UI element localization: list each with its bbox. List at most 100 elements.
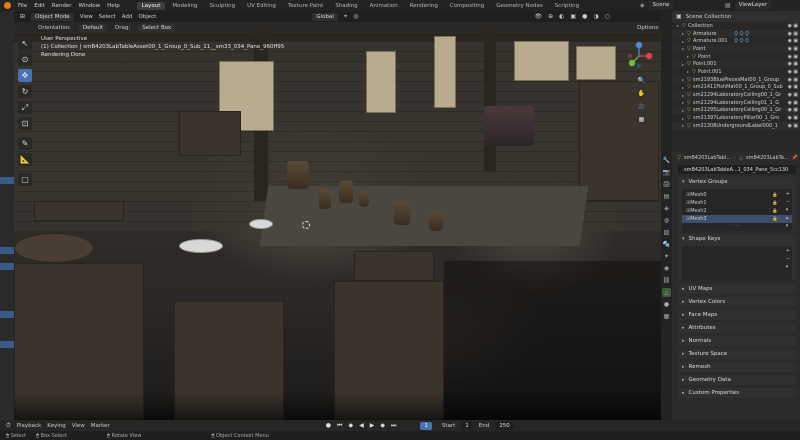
pan-hand-icon[interactable]: ✋ (636, 88, 647, 99)
options-button[interactable]: Options (634, 24, 661, 32)
tab-geometry-nodes[interactable]: Geometry Nodes (491, 2, 547, 10)
editor-divider[interactable] (661, 11, 672, 152)
menu-object[interactable]: Object (138, 14, 156, 20)
transform-tool-icon[interactable]: ⊡ (18, 117, 32, 130)
add-icon[interactable]: + (786, 248, 790, 254)
3d-viewport[interactable]: ⊞ Object Mode View Select Add Object Glo… (14, 11, 661, 420)
visibility-eye-icon[interactable]: ◉ (788, 100, 792, 106)
play-reverse-icon[interactable]: ◀ (359, 422, 364, 429)
menu-keying[interactable]: Keying (47, 423, 65, 429)
editor-type-icon[interactable]: ⊞ (20, 13, 25, 20)
visibility-eye-icon[interactable]: ◉ (788, 61, 792, 67)
panel-header[interactable]: ▸ Normals (678, 336, 796, 346)
rotate-tool-icon[interactable]: ↻ (18, 85, 32, 98)
scene-name[interactable]: Scene (648, 1, 674, 9)
view-layer-tab-icon[interactable]: ▤ (662, 192, 671, 201)
menu-view[interactable]: View (80, 14, 93, 20)
3d-cursor-icon[interactable] (302, 221, 310, 229)
menu-edit[interactable]: Edit (34, 3, 45, 9)
list-resize-handle[interactable]: ⋯ (682, 223, 792, 229)
move-tool-icon[interactable]: ✥ (18, 69, 32, 82)
render-camera-icon[interactable]: ▣ (793, 107, 798, 113)
menu-window[interactable]: Window (78, 3, 100, 9)
annotate-tool-icon[interactable]: ✎ (18, 137, 32, 150)
gizmo-toggle-icon[interactable]: ⊕ (548, 13, 553, 20)
tab-sculpting[interactable]: Sculpting (204, 2, 240, 10)
shading-solid-icon[interactable]: ● (582, 13, 587, 20)
lock-icon[interactable]: 🔒 (772, 193, 778, 198)
tab-scripting[interactable]: Scripting (550, 2, 584, 10)
panel-header[interactable]: ▸ Attributes (678, 323, 796, 333)
cursor-tool-icon[interactable]: ⊙ (18, 53, 32, 66)
visibility-eye-icon[interactable]: ◉ (788, 84, 792, 90)
remove-icon[interactable]: − (786, 199, 790, 205)
vertex-groups-list[interactable]: ⊞ Mesh0 🔒 ⊞ Mesh1 🔒 ⊞ Mesh2 🔒 ⊞ Mesh3 🔒 + − ▾ ▴… (682, 189, 792, 231)
render-camera-icon[interactable]: ▣ (793, 31, 798, 37)
mesh-name-field[interactable]: smB4203LabTableA...1_034_Pane_5cc130 (678, 165, 796, 174)
outliner-row[interactable]: ▸ ▽ sm21294LaboratoryCeiling00_1_Gr ◉ ▣ (672, 91, 800, 99)
properties-editor[interactable]: 🔧 📷 🖨 ▤ ◈ ◍ ▧ 🔩 ✦ ◉ ⛓ △ ● ▦ ▽ smB4203Lab… (661, 152, 800, 420)
lock-icon[interactable]: 🔒 (772, 209, 778, 214)
chevron-down-icon[interactable]: ▾ (786, 264, 790, 270)
visibility-eye-icon[interactable]: ◉ (788, 115, 792, 121)
render-camera-icon[interactable]: ▣ (793, 100, 798, 106)
drag-dropdown[interactable]: Select Box (138, 23, 176, 32)
view-layer-name[interactable]: ViewLayer (734, 1, 772, 9)
prev-key-icon[interactable]: ◆ (348, 422, 353, 429)
mode-dropdown[interactable]: Object Mode (31, 12, 74, 21)
shape-keys-header[interactable]: ▾ Shape Keys (678, 234, 796, 244)
tab-rendering[interactable]: Rendering (405, 2, 443, 10)
world-tab-icon[interactable]: ◍ (662, 216, 671, 225)
jump-start-icon[interactable]: ⏮ (337, 422, 342, 430)
editor-type-icon[interactable]: ⏱ (6, 422, 11, 430)
pin-icon[interactable]: 📌 (792, 155, 798, 161)
tab-animation[interactable]: Animation (365, 2, 403, 10)
jump-end-icon[interactable]: ⏭ (391, 422, 396, 430)
visibility-icon[interactable]: 👁 (534, 13, 542, 20)
move-up-icon[interactable]: ▴ (786, 215, 790, 221)
physics-tab-icon[interactable]: ◉ (662, 264, 671, 273)
ortho-toggle-icon[interactable]: ▦ (636, 114, 647, 125)
lock-icon[interactable]: 🔒 (772, 217, 778, 222)
render-camera-icon[interactable]: ▣ (793, 69, 798, 75)
vertex-groups-header[interactable]: ▾ Vertex Groups (678, 177, 796, 187)
panel-header[interactable]: ▸ Remesh (678, 362, 796, 372)
outliner-row[interactable]: ▸ ▽ sm21308UndergroundLabel000_1 ◉ ▣ (672, 121, 800, 130)
play-icon[interactable]: ▶ (370, 422, 375, 429)
visibility-eye-icon[interactable]: ◉ (788, 31, 792, 37)
lock-icon[interactable]: 🔒 (772, 201, 778, 206)
visibility-eye-icon[interactable]: ◉ (788, 46, 792, 52)
render-camera-icon[interactable]: ▣ (793, 38, 798, 44)
visibility-eye-icon[interactable]: ◉ (788, 123, 792, 129)
menu-help[interactable]: Help (107, 3, 120, 9)
overlay-toggle-icon[interactable]: ◐ (559, 13, 564, 20)
menu-marker[interactable]: Marker (91, 423, 110, 429)
mesh-data-tab-icon[interactable]: △ (662, 288, 671, 297)
move-down-icon[interactable]: ▾ (786, 223, 790, 229)
frame-end-field[interactable]: 250 (495, 421, 514, 430)
camera-view-icon[interactable]: 🎥 (636, 101, 647, 112)
visibility-eye-icon[interactable]: ◉ (788, 38, 792, 44)
outliner-row[interactable]: ▸ ▽ Collection ◉ ▣ (672, 22, 800, 30)
outliner-row[interactable]: ▸ ▽ Point.001 ◉ ▣ (672, 60, 800, 69)
outliner-row[interactable]: ▸ ▽ sm21397LaboratoryPillar00_1_Gro ◉ ▣ (672, 114, 800, 122)
panel-header[interactable]: ▸ Texture Space (678, 349, 796, 359)
chevron-down-icon[interactable]: ▾ (786, 207, 790, 213)
panel-header[interactable]: ▸ Custom Properties (678, 388, 796, 398)
render-camera-icon[interactable]: ▣ (793, 46, 798, 52)
constraints-tab-icon[interactable]: ⛓ (662, 276, 671, 285)
navigation-gizmo[interactable] (624, 41, 654, 71)
modifier-tab-icon[interactable]: 🔩 (662, 240, 671, 249)
panel-header[interactable]: ▸ UV Maps (678, 284, 796, 294)
next-key-icon[interactable]: ◆ (380, 422, 385, 429)
xray-toggle-icon[interactable]: ▣ (570, 13, 576, 20)
outliner-row[interactable]: ▸ ▽ Point ◉ ▣ (672, 53, 800, 61)
tab-compositing[interactable]: Compositing (445, 2, 489, 10)
scene-selector[interactable]: ◈ Scene (640, 1, 674, 9)
tab-layout[interactable]: Layout (136, 1, 166, 10)
remove-icon[interactable]: − (786, 256, 790, 262)
menu-add[interactable]: Add (122, 14, 133, 20)
panel-header[interactable]: ▸ Geometry Data (678, 375, 796, 385)
render-camera-icon[interactable]: ▣ (793, 54, 798, 60)
current-frame-field[interactable]: 1 (420, 421, 432, 430)
